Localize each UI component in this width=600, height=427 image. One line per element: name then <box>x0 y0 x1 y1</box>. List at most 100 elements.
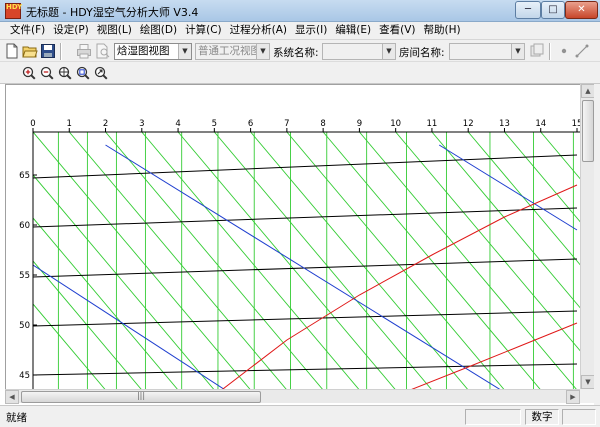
scroll-down-arrow[interactable]: ▼ <box>581 375 595 389</box>
vertical-scrollbar[interactable]: ▲ ▼ <box>580 84 595 389</box>
menu-view[interactable]: 视图(L) <box>93 22 136 40</box>
x-tick-label: 9 <box>357 119 362 129</box>
menu-edit[interactable]: 编辑(E) <box>331 22 375 40</box>
temperature-line <box>250 132 468 389</box>
x-tick-label: 4 <box>175 119 180 129</box>
enthalpy-line <box>33 154 578 179</box>
temperature-line <box>395 132 580 352</box>
app-logo-text: HDY <box>6 3 23 11</box>
x-tick-label: 6 <box>248 119 253 129</box>
x-tick-label: 14 <box>535 119 546 129</box>
app-logo-icon: HDY <box>5 3 23 19</box>
line-tool-icon[interactable] <box>574 43 590 59</box>
save-disk-icon[interactable] <box>40 43 56 59</box>
saturation-curve <box>222 184 578 389</box>
enthalpy-line <box>33 258 578 278</box>
close-icon: ✕ <box>577 4 586 15</box>
maximize-button[interactable]: □ <box>541 1 565 19</box>
zoom-pan-icon[interactable] <box>92 65 109 81</box>
point-tool-icon[interactable] <box>556 43 572 59</box>
status-text: 就绪 <box>6 412 27 424</box>
menu-draw[interactable]: 绘图(D) <box>136 22 181 40</box>
enthalpy-line <box>33 207 578 228</box>
menu-help[interactable]: 帮助(H) <box>420 22 465 40</box>
status-pane-empty <box>562 409 596 425</box>
status-pane-empty <box>465 409 521 425</box>
chevron-down-icon: ▼ <box>511 44 524 59</box>
horizontal-scroll-thumb[interactable]: ||| <box>21 391 261 403</box>
new-file-icon[interactable] <box>4 43 20 59</box>
x-tick-label: 3 <box>139 119 144 129</box>
y-tick-label: 50 <box>19 321 30 331</box>
x-tick-label: 2 <box>103 119 108 129</box>
temperature-line <box>213 132 432 389</box>
view-mode-combo[interactable]: 焓湿图视图 ▼ <box>114 43 192 60</box>
condition-combo[interactable]: 普通工况视图 ▼ <box>195 43 270 60</box>
x-tick-label: 12 <box>463 119 474 129</box>
zoom-window-icon[interactable] <box>74 65 91 81</box>
x-tick-label: 11 <box>427 119 438 129</box>
y-tick-label: 45 <box>19 371 30 381</box>
main-toolbar: 焓湿图视图 ▼ 普通工况视图 ▼ 系统名称: ▼ 房间名称: ▼ <box>0 40 600 62</box>
close-button[interactable]: ✕ <box>565 1 598 19</box>
vertical-scroll-thumb[interactable] <box>582 100 594 162</box>
print-preview-icon[interactable] <box>95 43 111 59</box>
room-name-combo[interactable]: ▼ <box>449 43 525 60</box>
toolbar-separator <box>60 43 62 60</box>
system-name-label: 系统名称: <box>273 47 319 59</box>
x-tick-label: 5 <box>212 119 217 129</box>
menu-display[interactable]: 显示(I) <box>291 22 331 40</box>
temperature-line <box>431 132 580 309</box>
x-tick-label: 8 <box>320 119 325 129</box>
zoom-in-icon[interactable] <box>20 65 37 81</box>
scroll-right-arrow[interactable]: ▶ <box>566 390 580 404</box>
x-tick-label: 10 <box>390 119 401 129</box>
open-folder-icon[interactable] <box>22 43 38 59</box>
scroll-up-arrow[interactable]: ▲ <box>581 84 595 98</box>
view-mode-value: 焓湿图视图 <box>117 45 170 57</box>
x-tick-label: 7 <box>284 119 289 129</box>
numlock-indicator: 数字 <box>525 409 559 425</box>
psychrometric-chart-area[interactable]: 0123456789101112131415 4550556065 <box>5 84 580 389</box>
process-line <box>33 264 225 389</box>
saturation-curve <box>411 322 578 389</box>
menu-look[interactable]: 查看(V) <box>375 22 419 40</box>
status-bar: 就绪 数字 <box>0 405 600 427</box>
zoom-toolbar <box>0 62 600 84</box>
room-name-label: 房间名称: <box>399 47 445 59</box>
x-tick-label: 15 <box>572 119 580 129</box>
scrollbar-corner <box>580 389 594 403</box>
menu-file[interactable]: 文件(F) <box>6 22 49 40</box>
psychrometric-chart[interactable]: 0123456789101112131415 4550556065 <box>6 85 580 389</box>
chevron-down-icon: ▼ <box>178 44 191 59</box>
menu-process-analysis[interactable]: 过程分析(A) <box>226 22 291 40</box>
x-tick-label: 13 <box>499 119 510 129</box>
scroll-left-arrow[interactable]: ◀ <box>5 390 19 404</box>
temperature-line <box>33 217 178 389</box>
y-tick-label: 65 <box>19 171 30 181</box>
title-bar[interactable]: HDY 无标题 - HDY湿空气分析大师 V3.4 ─ □ ✕ <box>0 0 600 22</box>
menu-bar: 文件(F) 设定(P) 视图(L) 绘图(D) 计算(C) 过程分析(A) 显示(I) 编辑(… <box>0 22 600 40</box>
toolbar-separator <box>549 43 551 60</box>
maximize-icon: □ <box>548 4 558 15</box>
process-line <box>105 144 501 389</box>
minimize-button[interactable]: ─ <box>515 1 541 19</box>
window-frame <box>594 84 600 405</box>
horizontal-scrollbar[interactable]: ◀ ||| ▶ <box>5 389 580 404</box>
minimize-icon: ─ <box>524 4 532 15</box>
chevron-down-icon: ▼ <box>256 44 269 59</box>
zoom-out-icon[interactable] <box>38 65 55 81</box>
temperature-line <box>33 174 215 389</box>
condition-value: 普通工况视图 <box>198 45 261 57</box>
menu-settings[interactable]: 设定(P) <box>49 22 93 40</box>
print-icon[interactable] <box>76 43 92 59</box>
room-list-icon[interactable] <box>529 43 545 59</box>
window-title: 无标题 - HDY湿空气分析大师 V3.4 <box>26 6 199 19</box>
chevron-down-icon: ▼ <box>382 44 395 59</box>
system-name-combo[interactable]: ▼ <box>322 43 396 60</box>
y-tick-label: 55 <box>19 271 30 281</box>
menu-calculate[interactable]: 计算(C) <box>181 22 226 40</box>
x-tick-label: 0 <box>30 119 35 129</box>
zoom-fit-icon[interactable] <box>56 65 73 81</box>
temperature-line <box>286 132 505 389</box>
